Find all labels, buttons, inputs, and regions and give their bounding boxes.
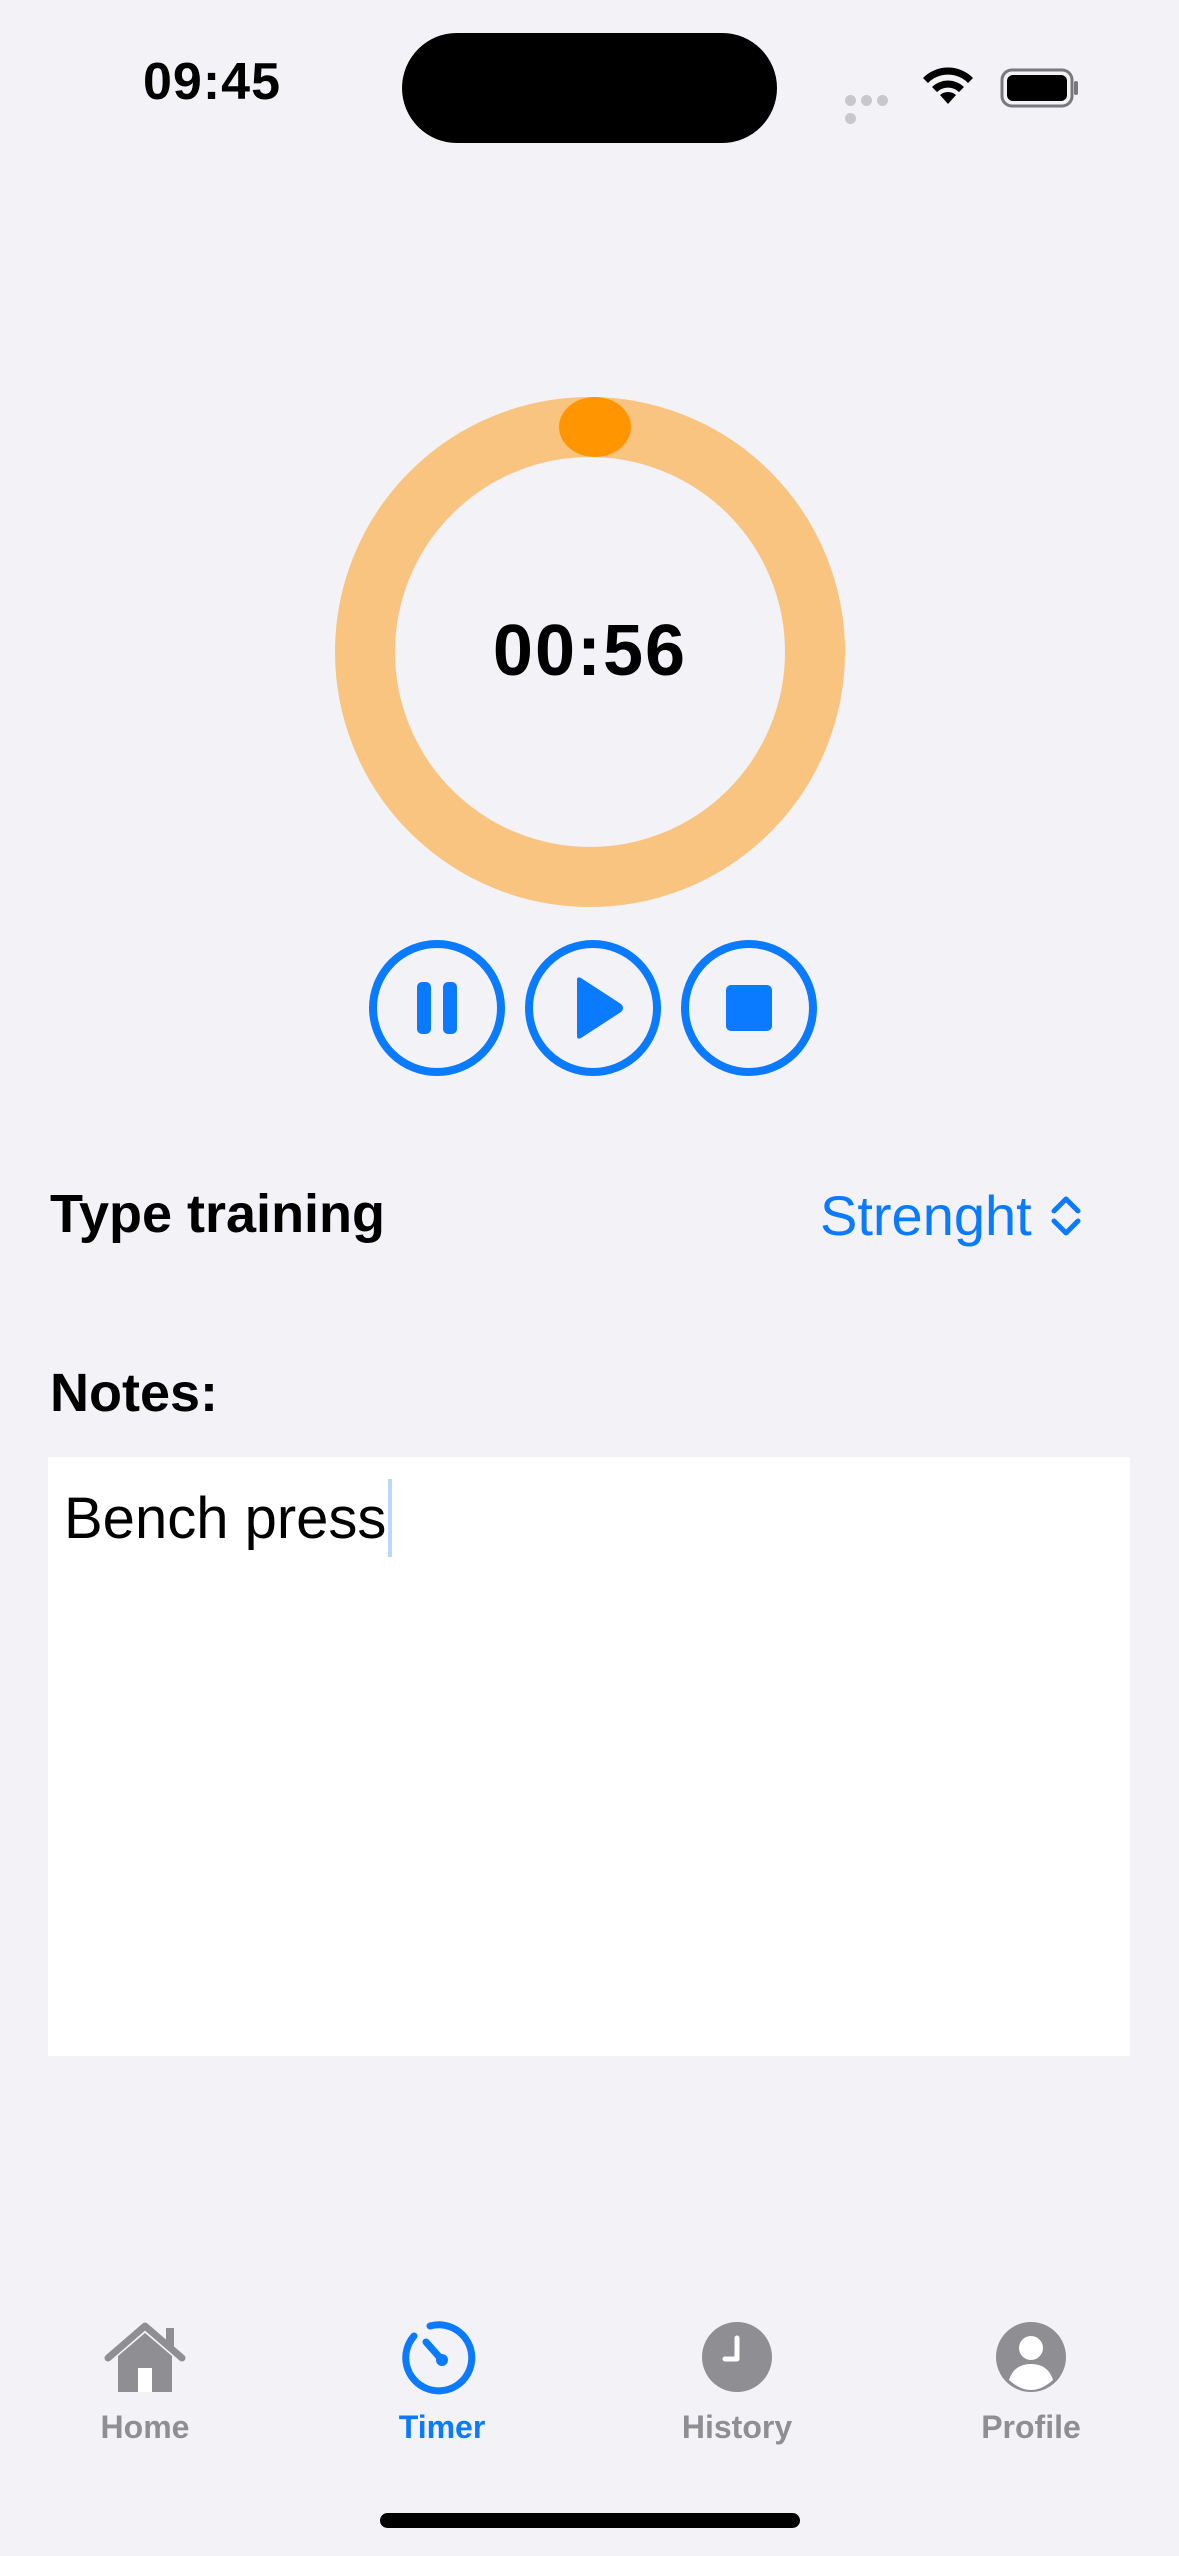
status-time: 09:45 <box>143 53 281 111</box>
timer-icon <box>402 2321 476 2395</box>
wifi-icon <box>920 64 976 111</box>
timer-display: 00:56 <box>492 611 688 691</box>
tab-home-label: Home <box>100 2409 190 2445</box>
play-button[interactable] <box>525 940 661 1076</box>
person-icon <box>996 2322 1066 2392</box>
notes-label: Notes: <box>50 1363 219 1423</box>
tab-history[interactable]: History <box>637 2318 837 2446</box>
tab-profile[interactable]: Profile <box>931 2318 1131 2446</box>
tab-history-label: History <box>681 2409 793 2445</box>
stop-icon <box>726 985 772 1031</box>
dynamic-island <box>402 33 777 143</box>
tab-timer[interactable]: Timer <box>342 2318 542 2446</box>
pause-icon <box>417 982 457 1034</box>
cellular-signal-icon <box>845 93 907 124</box>
stop-button[interactable] <box>681 940 817 1076</box>
tab-timer-label: Timer <box>398 2409 486 2445</box>
play-icon <box>577 977 623 1039</box>
training-type-picker[interactable]: Strenght <box>820 1183 1084 1248</box>
house-icon <box>104 2322 186 2392</box>
notes-text-editor[interactable]: Bench press <box>48 1457 1130 2056</box>
battery-icon <box>1000 68 1080 113</box>
timer-knob <box>559 397 631 457</box>
text-cursor <box>388 1479 393 1557</box>
pause-button[interactable] <box>369 940 505 1076</box>
clock-icon <box>702 2322 772 2392</box>
type-training-label: Type training <box>50 1184 386 1244</box>
home-indicator <box>380 2513 800 2528</box>
training-type-value: Strenght <box>820 1184 1032 1247</box>
notes-text: Bench press <box>64 1485 387 1551</box>
tab-home[interactable]: Home <box>45 2318 245 2446</box>
tab-profile-label: Profile <box>981 2409 1081 2445</box>
chevron-up-down-icon <box>1051 1196 1081 1235</box>
